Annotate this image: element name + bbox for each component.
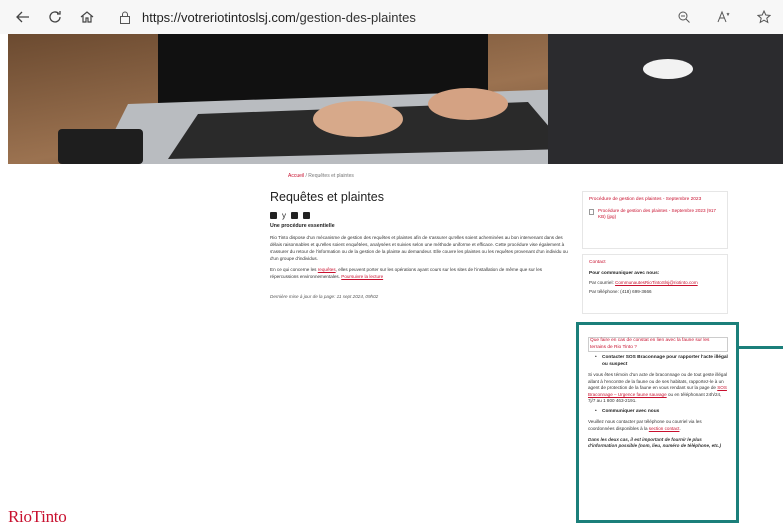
procedure-file-label[interactable]: Procédure de gestion des plaintes - Sept…	[598, 208, 721, 221]
contact-title: Contact	[589, 260, 606, 265]
wildlife-title: Que faire en cas de constat en lien avec…	[588, 337, 728, 352]
contact-email-link[interactable]: CommunautesRioTintoSlsj@riotinto.com	[615, 280, 698, 285]
back-icon[interactable]	[10, 4, 36, 30]
sos-paragraph: Si vous êtes témoin d'un acte de braconn…	[588, 372, 728, 404]
info-note: Dans les deux cas, il est important de f…	[588, 436, 722, 449]
home-icon[interactable]	[74, 4, 100, 30]
last-updated: Dernière mise à jour de la page: 11 sept…	[270, 294, 379, 299]
breadcrumb-separator: /	[305, 173, 307, 179]
requests-paragraph: En ce qui concerne les requêtes, elles p…	[270, 267, 543, 279]
requests-link[interactable]: requêtes	[318, 267, 336, 272]
rio-tinto-logo: RioTinto	[8, 507, 67, 526]
breadcrumb-current: Requêtes et plaintes	[308, 173, 354, 179]
favorite-icon[interactable]	[751, 4, 777, 30]
contact-paragraph: Veuillez nous contacter par téléphone ou…	[588, 419, 702, 432]
read-aloud-icon[interactable]	[711, 4, 737, 30]
breadcrumb-home[interactable]: Accueil	[288, 173, 304, 179]
twitter-icon[interactable]: y	[282, 212, 286, 220]
address-bar[interactable]: https://votreriotintoslsj.com/gestion-de…	[118, 5, 416, 29]
contact-section-link[interactable]: section contact	[649, 426, 680, 431]
wildlife-highlight-box: Que faire en cas de constat en lien avec…	[576, 322, 739, 523]
url-host: https://votreriotintoslsj.com	[142, 9, 296, 25]
section-subhead: Une procédure essentielle	[270, 223, 335, 229]
facebook-icon[interactable]	[270, 212, 277, 219]
breadcrumb: Accueil / Requêtes et plaintes	[288, 173, 354, 179]
contact-phone: Par téléphone: (418) 699-3666	[589, 288, 652, 294]
highlight-connector-line	[739, 346, 783, 349]
file-icon	[589, 208, 594, 215]
intro-paragraph: Rio Tinto dispose d'un mécanisme de gest…	[270, 235, 568, 261]
hero-image	[8, 34, 783, 164]
contact-bullet: Communiquer avec nous	[588, 409, 728, 416]
browser-toolbar: https://votreriotintoslsj.com/gestion-de…	[0, 0, 783, 34]
zoom-icon[interactable]	[671, 4, 697, 30]
procedure-box: Procédure de gestion des plaintes - Sept…	[582, 191, 728, 249]
read-more-link[interactable]: Poursuivre la lecture	[341, 274, 383, 279]
contact-email-line: Par courriel: CommunautesRioTintoSlsj@ri…	[589, 279, 698, 285]
share-bar: y	[270, 212, 570, 220]
email-icon[interactable]	[303, 212, 310, 219]
procedure-file-link[interactable]: Procédure de gestion des plaintes - Sept…	[589, 208, 721, 221]
linkedin-icon[interactable]	[291, 212, 298, 219]
url-path: /gestion-des-plaintes	[295, 9, 416, 25]
lock-icon	[118, 10, 132, 24]
main-content: Requêtes et plaintes y Une procédure ess…	[270, 190, 570, 299]
sos-bullet: Contacter SOS Braconnage pour rapporter …	[588, 355, 728, 368]
contact-heading: Pour communiquer avec nous:	[589, 270, 660, 276]
refresh-icon[interactable]	[42, 4, 68, 30]
procedure-title: Procédure de gestion des plaintes - Sept…	[589, 197, 702, 202]
contact-box: Contact Pour communiquer avec nous: Par …	[582, 254, 728, 314]
page-title: Requêtes et plaintes	[270, 190, 384, 204]
